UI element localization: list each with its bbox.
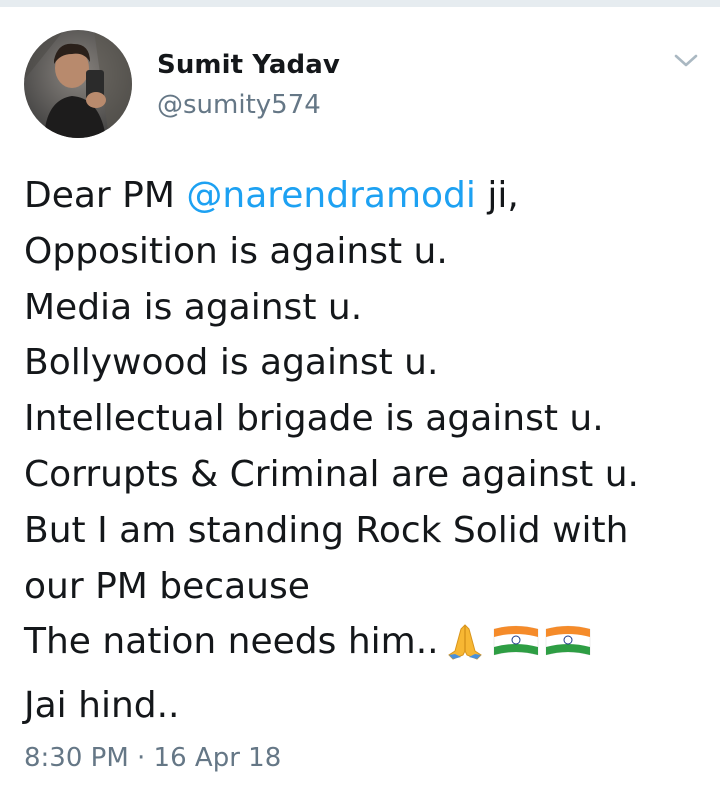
tweet-line: The nation needs him..	[24, 614, 714, 678]
tweet-card: Sumit Yadav @sumity574 Dear PM @narendra…	[0, 0, 720, 787]
avatar[interactable]	[24, 30, 132, 138]
tweet-menu-button[interactable]	[668, 48, 704, 76]
author-name[interactable]: Sumit Yadav	[157, 50, 340, 80]
tweet-timestamp[interactable]: 8:30 PM · 16 Apr 18	[24, 743, 281, 773]
tweet-line: Corrupts & Criminal are against u.	[24, 453, 639, 495]
tweet-line: Opposition is against u.	[24, 230, 448, 272]
folded-hands-icon	[441, 621, 489, 678]
tweet-text: Dear PM @narendramodi ji, Opposition is …	[24, 168, 714, 734]
tweet-text-segment: Dear PM	[24, 175, 187, 216]
profile-photo-icon	[24, 30, 132, 138]
tweet-text-segment: ji,	[475, 175, 519, 216]
tweet-line: Dear PM @narendramodi ji,	[24, 168, 714, 224]
mention-link[interactable]: @narendramodi	[186, 175, 476, 216]
top-divider	[0, 0, 720, 7]
india-flag-icon	[491, 621, 541, 678]
tweet-line: Media is against u.	[24, 286, 363, 328]
tweet-line: Bollywood is against u.	[24, 342, 439, 384]
author-handle[interactable]: @sumity574	[157, 90, 321, 120]
india-flag-icon	[543, 621, 593, 678]
tweet-line: Jai hind..	[24, 685, 180, 727]
chevron-down-icon	[674, 54, 698, 67]
tweet-text-segment: The nation needs him..	[24, 621, 439, 663]
tweet-line: our PM because	[24, 565, 310, 607]
tweet-line: Intellectual brigade is against u.	[24, 398, 604, 440]
tweet-line: But I am standing Rock Solid with	[24, 509, 629, 551]
